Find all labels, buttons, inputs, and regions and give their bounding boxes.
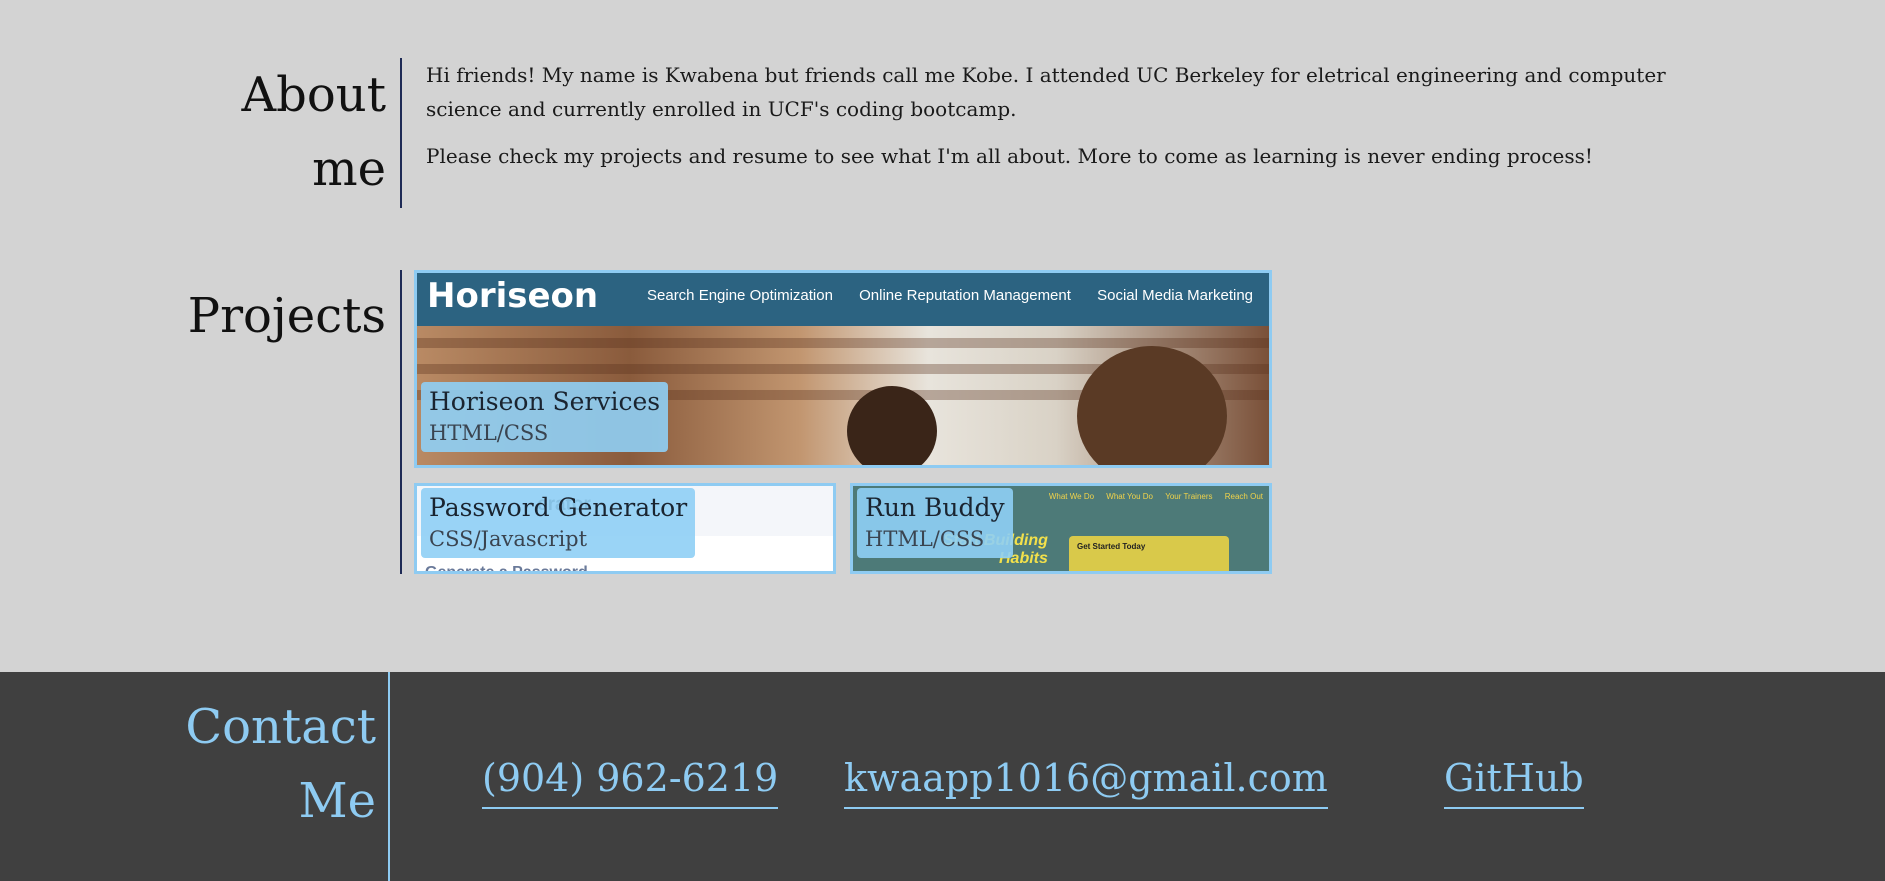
- runbuddy-preview-nav: What We Do What You Do Your Trainers Rea…: [1039, 492, 1263, 501]
- about-paragraph-1: Hi friends! My name is Kwabena but frien…: [426, 63, 1666, 121]
- project-label[interactable]: Password Generator CSS/Javascript: [421, 488, 696, 558]
- horiseon-preview-logo: Horiseon: [427, 276, 599, 316]
- horiseon-preview-nav: Horiseon Search Engine Optimization Onli…: [417, 273, 1269, 326]
- project-label[interactable]: Horiseon Services HTML/CSS: [421, 382, 669, 452]
- about-title-line2: me: [312, 141, 386, 197]
- project-tech: CSS/Javascript: [429, 527, 588, 551]
- about-paragraph-2: Please check my projects and resume to s…: [426, 144, 1593, 168]
- password-preview-subtext: Generate a Password: [425, 564, 588, 574]
- contact-title-line1: Contact: [185, 699, 376, 755]
- about-title-line1: About: [241, 67, 387, 123]
- github-link[interactable]: GitHub: [1444, 755, 1584, 809]
- project-card-password-generator[interactable]: erator Generate a Password Password Gene…: [414, 483, 836, 574]
- runbuddy-preview-box-title: Get Started Today: [1077, 542, 1146, 551]
- runbuddy-preview-link: Reach Out: [1224, 492, 1263, 501]
- email-link[interactable]: kwaapp1016@gmail.com: [844, 755, 1328, 809]
- about-divider: [400, 58, 402, 208]
- projects-divider: [400, 270, 402, 574]
- runbuddy-preview-link: Your Trainers: [1165, 492, 1213, 501]
- project-name[interactable]: Password Generator: [429, 492, 687, 524]
- horiseon-preview-link: Social Media Marketing: [1097, 287, 1253, 304]
- projects-title: Projects: [187, 288, 386, 344]
- person-silhouette: [847, 386, 937, 465]
- project-tech: HTML/CSS: [429, 421, 549, 445]
- project-card-horiseon[interactable]: Horiseon Search Engine Optimization Onli…: [414, 270, 1272, 468]
- horiseon-preview-links: Search Engine Optimization Online Reputa…: [625, 287, 1253, 304]
- contact-divider: [388, 672, 390, 881]
- project-name[interactable]: Run Buddy: [865, 492, 1005, 524]
- project-tech: HTML/CSS: [865, 527, 985, 551]
- runbuddy-preview-link: What You Do: [1106, 492, 1153, 501]
- project-name[interactable]: Horiseon Services: [429, 386, 660, 418]
- project-label[interactable]: Run Buddy HTML/CSS: [857, 488, 1013, 558]
- horiseon-preview-link: Search Engine Optimization: [647, 287, 833, 304]
- runbuddy-preview-link: What We Do: [1048, 492, 1095, 501]
- contact-title: Contact Me: [150, 690, 376, 838]
- contact-title-line2: Me: [298, 773, 376, 829]
- horiseon-preview-link: Online Reputation Management: [859, 287, 1071, 304]
- phone-link[interactable]: (904) 962-6219: [482, 755, 779, 809]
- about-text: Hi friends! My name is Kwabena but frien…: [426, 58, 1716, 186]
- project-card-run-buddy[interactable]: What We Do What You Do Your Trainers Rea…: [850, 483, 1272, 574]
- about-title: About me: [150, 58, 387, 206]
- runbuddy-preview-signup-box: Get Started Today: [1069, 536, 1229, 571]
